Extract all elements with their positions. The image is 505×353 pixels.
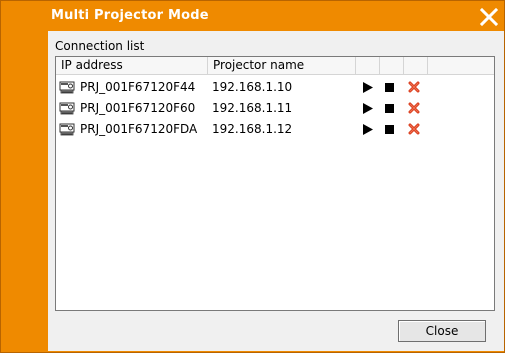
close-button[interactable]: Close bbox=[398, 320, 486, 342]
close-icon[interactable] bbox=[479, 7, 499, 27]
ip-address-cell: 192.168.1.10 bbox=[212, 80, 293, 94]
delete-icon[interactable] bbox=[408, 81, 420, 93]
projector-icon bbox=[59, 102, 75, 115]
dialog-body: Connection list IP address Projector nam… bbox=[48, 31, 504, 351]
stop-icon[interactable] bbox=[385, 104, 394, 113]
multi-projector-window: Multi Projector Mode Connection list IP … bbox=[0, 0, 505, 353]
ip-address-cell: 192.168.1.12 bbox=[212, 122, 293, 136]
column-ip-address[interactable]: IP address bbox=[56, 57, 208, 75]
ip-address-cell: 192.168.1.11 bbox=[212, 101, 293, 115]
table-row[interactable]: PRJ_001F67120FDA 192.168.1.12 bbox=[56, 119, 494, 140]
table-row[interactable]: PRJ_001F67120F44 192.168.1.10 bbox=[56, 77, 494, 98]
delete-icon[interactable] bbox=[408, 102, 420, 114]
delete-icon[interactable] bbox=[408, 123, 420, 135]
stop-icon[interactable] bbox=[385, 125, 394, 134]
window-title: Multi Projector Mode bbox=[51, 8, 209, 23]
column-projector-name[interactable]: Projector name bbox=[208, 57, 356, 75]
projector-name-cell: PRJ_001F67120F60 bbox=[80, 101, 196, 115]
connection-list-label: Connection list bbox=[55, 39, 145, 53]
projector-icon bbox=[59, 81, 75, 94]
title-bar: Multi Projector Mode bbox=[1, 1, 504, 31]
column-stop bbox=[380, 57, 404, 75]
projector-name-cell: PRJ_001F67120FDA bbox=[80, 122, 198, 136]
column-play bbox=[356, 57, 380, 75]
table-row[interactable]: PRJ_001F67120F60 192.168.1.11 bbox=[56, 98, 494, 119]
play-icon[interactable] bbox=[363, 103, 373, 114]
play-icon[interactable] bbox=[363, 124, 373, 135]
stop-icon[interactable] bbox=[385, 83, 394, 92]
list-header: IP address Projector name bbox=[56, 57, 494, 75]
play-icon[interactable] bbox=[363, 82, 373, 93]
column-delete bbox=[404, 57, 428, 75]
projector-name-cell: PRJ_001F67120F44 bbox=[80, 80, 196, 94]
connection-list[interactable]: IP address Projector name PRJ_001F67120F… bbox=[55, 56, 495, 311]
projector-icon bbox=[59, 123, 75, 136]
